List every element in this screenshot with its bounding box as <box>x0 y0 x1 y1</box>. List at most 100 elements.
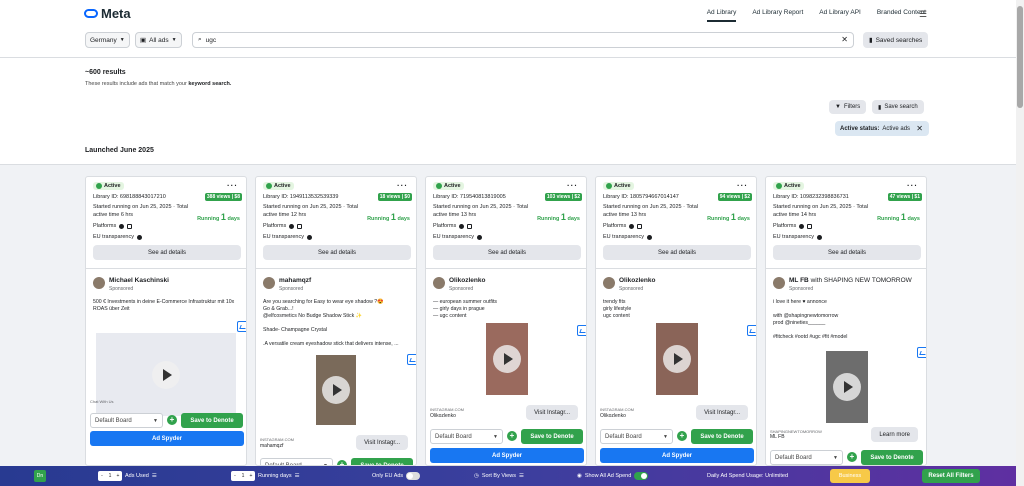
save-to-denote-button[interactable]: Save to Denote <box>351 458 413 465</box>
info-icon[interactable] <box>646 234 652 240</box>
play-icon[interactable] <box>152 360 180 389</box>
image-search-icon[interactable] <box>237 321 246 332</box>
sort-icon[interactable]: ☰ <box>152 473 157 479</box>
filters-button[interactable]: ▼ Filters <box>829 100 867 114</box>
see-ad-details-button[interactable]: See ad details <box>773 245 921 260</box>
hamburger-menu-icon[interactable]: ☰ <box>919 9 927 20</box>
sort-by-views-control[interactable]: ◷ Sort By Views ☰ <box>474 466 524 486</box>
only-eu-toggle[interactable] <box>406 472 421 480</box>
saved-searches-button[interactable]: ▮ Saved searches <box>863 32 929 48</box>
board-select-value: Default Board <box>775 454 812 461</box>
bookmark-icon: ▮ <box>869 37 873 44</box>
info-icon[interactable] <box>816 234 822 240</box>
plus-icon[interactable]: + <box>247 473 255 479</box>
more-options-icon[interactable]: ··· <box>907 181 918 190</box>
image-search-icon[interactable] <box>917 347 926 358</box>
cta-button[interactable]: Learn more <box>871 427 918 442</box>
board-select[interactable]: Default Board ▼ <box>430 429 503 444</box>
board-select[interactable]: Default Board ▼ <box>90 413 163 428</box>
see-ad-details-button[interactable]: See ad details <box>433 245 581 260</box>
info-icon[interactable] <box>476 234 482 240</box>
advertiser-name[interactable]: Olikozlenko <box>449 277 485 284</box>
more-options-icon[interactable]: ··· <box>227 181 238 190</box>
save-to-denote-button[interactable]: Save to Denote <box>521 429 583 444</box>
nav-ad-library-api[interactable]: Ad Library API <box>819 9 861 16</box>
divider <box>766 268 926 269</box>
ad-video[interactable] <box>656 323 698 395</box>
cta-button[interactable]: Visit Instagr... <box>696 405 748 420</box>
play-icon[interactable] <box>663 345 691 373</box>
sort-icon[interactable]: ☰ <box>295 473 300 479</box>
save-to-denote-button[interactable]: Save to Denote <box>181 413 243 428</box>
close-icon[interactable]: ✕ <box>916 124 923 133</box>
cta-button[interactable]: Visit Instagr... <box>356 435 408 450</box>
board-select[interactable]: Default Board ▼ <box>770 450 843 465</box>
more-options-icon[interactable]: ··· <box>737 181 748 190</box>
avatar[interactable] <box>433 277 445 289</box>
platforms-row: Platforms <box>433 223 473 229</box>
more-options-icon[interactable]: ··· <box>567 181 578 190</box>
nav-ad-library-report[interactable]: Ad Library Report <box>752 9 803 16</box>
chevron-down-icon: ▼ <box>153 417 158 424</box>
ad-video[interactable] <box>96 333 236 416</box>
play-icon[interactable] <box>322 376 350 404</box>
see-ad-details-button[interactable]: See ad details <box>93 245 241 260</box>
advertiser-name[interactable]: Michael Kaschinski <box>109 277 169 284</box>
business-button[interactable]: Business <box>830 469 870 483</box>
avatar[interactable] <box>603 277 615 289</box>
advertiser-name[interactable]: ML FB with SHAPING NEW TOMORROW <box>789 277 912 284</box>
ad-spyder-button[interactable]: Ad Spyder <box>430 448 584 463</box>
image-search-icon[interactable] <box>407 354 416 365</box>
see-ad-details-button[interactable]: See ad details <box>263 245 411 260</box>
meta-logo[interactable]: Meta <box>84 6 131 21</box>
ad-video[interactable] <box>316 355 356 425</box>
ads-used-stepper[interactable]: - 1 + <box>98 471 122 481</box>
image-search-icon[interactable] <box>747 325 756 336</box>
country-select[interactable]: Germany ▼ <box>85 32 130 48</box>
started-running: Started running on Jun 25, 2025 · Total … <box>773 204 868 218</box>
advertiser-name[interactable]: mahamqzf <box>279 277 311 284</box>
show-spend-toggle[interactable] <box>634 472 649 480</box>
save-search-button[interactable]: ▮ Save search <box>872 100 924 114</box>
play-icon[interactable] <box>833 373 861 401</box>
minus-icon[interactable]: - <box>231 473 239 479</box>
see-ad-details-button[interactable]: See ad details <box>603 245 751 260</box>
ad-type-select[interactable]: ▣ All ads ▼ <box>135 32 182 48</box>
running-days-value: 1 <box>241 473 245 479</box>
clear-search-icon[interactable]: ✕ <box>841 35 848 44</box>
running-days-stepper[interactable]: - 1 + <box>231 471 255 481</box>
search-input[interactable]: ⌕ ugc ✕ <box>192 32 854 48</box>
avatar[interactable] <box>263 277 275 289</box>
scrollbar-thumb[interactable] <box>1017 6 1023 108</box>
board-select[interactable]: Default Board ▼ <box>600 429 673 444</box>
nav-ad-library[interactable]: Ad Library <box>706 9 736 22</box>
board-select[interactable]: Default Board ▼ <box>260 458 333 465</box>
plus-icon[interactable]: + <box>114 473 122 479</box>
play-icon[interactable] <box>493 345 521 373</box>
active-status-filter-chip[interactable]: Active status: Active ads ✕ <box>835 121 929 136</box>
info-icon[interactable] <box>136 234 142 240</box>
extension-toolbar: Dn - 1 + Ads Used ☰ - 1 + Running days ☰… <box>0 466 1016 486</box>
add-board-icon[interactable]: + <box>847 452 857 462</box>
extension-logo-icon[interactable]: Dn <box>34 470 46 482</box>
advertiser-name[interactable]: Olikozlenko <box>619 277 655 284</box>
ad-video[interactable] <box>826 351 868 423</box>
save-to-denote-button[interactable]: Save to Denote <box>861 450 923 465</box>
info-icon[interactable] <box>306 234 312 240</box>
add-board-icon[interactable]: + <box>167 415 177 425</box>
page-scrollbar[interactable] <box>1016 0 1024 486</box>
avatar[interactable] <box>773 277 785 289</box>
cta-button[interactable]: Visit Instagr... <box>526 405 578 420</box>
more-options-icon[interactable]: ··· <box>397 181 408 190</box>
ad-video[interactable] <box>486 323 528 395</box>
ad-spyder-button[interactable]: Ad Spyder <box>90 431 244 446</box>
minus-icon[interactable]: - <box>98 473 106 479</box>
image-search-icon[interactable] <box>577 325 586 336</box>
save-to-denote-button[interactable]: Save to Denote <box>691 429 753 444</box>
ad-spyder-button[interactable]: Ad Spyder <box>600 448 754 463</box>
status-label: Active <box>444 183 461 189</box>
avatar[interactable] <box>93 277 105 289</box>
reset-all-filters-button[interactable]: Reset All Filters <box>922 469 980 483</box>
add-board-icon[interactable]: + <box>677 431 687 441</box>
add-board-icon[interactable]: + <box>507 431 517 441</box>
